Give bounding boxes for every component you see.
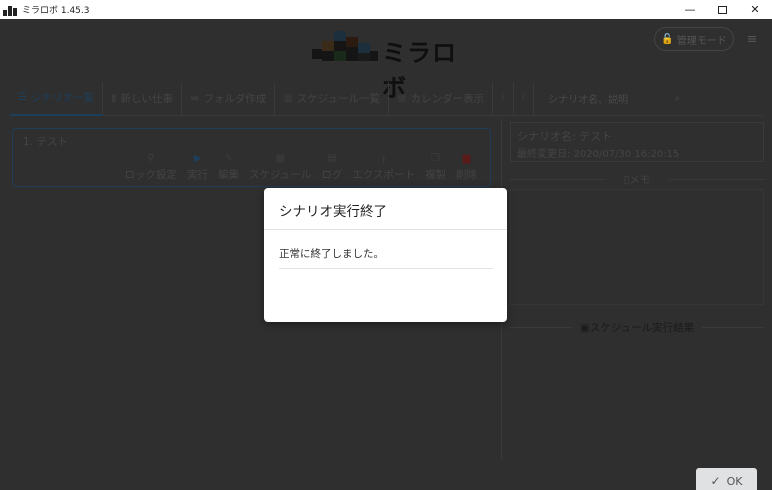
lock-settings-label: ロック設定 bbox=[124, 169, 178, 181]
close-button[interactable]: ✕ bbox=[739, 0, 771, 19]
check-icon: ✓ bbox=[710, 474, 721, 488]
scenario-actions: ⚲ ロック設定 ▶ 実行 ✎ 編集 ▦ スケジュール ▤ ログ ⭱ エクスポート bbox=[120, 153, 482, 182]
dialog-divider bbox=[279, 268, 493, 269]
close-icon: ✕ bbox=[750, 3, 760, 16]
edit-button[interactable]: ✎ 編集 bbox=[213, 153, 244, 182]
memo-area[interactable] bbox=[510, 189, 764, 305]
schedule-results-heading: ▣スケジュール実行結果 bbox=[510, 320, 764, 335]
create-folder-button[interactable]: ▬ フォルダ作成 bbox=[182, 81, 276, 116]
run-button[interactable]: ▶ 実行 bbox=[182, 153, 213, 182]
admin-mode-button[interactable]: 🔓 管理モード bbox=[654, 27, 734, 51]
memo-heading-label: メモ bbox=[629, 174, 651, 186]
run-label: 実行 bbox=[187, 169, 209, 181]
ok-label: OK bbox=[726, 474, 743, 488]
delete-button[interactable]: ▆ 削除 bbox=[451, 153, 482, 182]
scenario-info-box: シナリオ名: テスト 最終変更日: 2020/07/30 16:20:15 bbox=[510, 122, 764, 162]
minimize-icon: — bbox=[684, 3, 696, 16]
file-icon: ▮ bbox=[110, 93, 117, 104]
trash-icon: ▆ bbox=[462, 153, 471, 164]
upload-icon: ⭱ bbox=[521, 92, 526, 103]
main-toolbar: ☰ シナリオ一覧 ▮ 新しい仕事 ▬ フォルダ作成 ▦ スケジュール一覧 ▦ カ… bbox=[10, 81, 763, 116]
scenario-export-label: エクスポート bbox=[352, 169, 415, 181]
search-placeholder: シナリオ名、説明 bbox=[548, 95, 629, 106]
info-scenario-name: シナリオ名: テスト bbox=[517, 130, 613, 143]
import-button[interactable]: ⭳ bbox=[493, 81, 514, 116]
memo-heading: ▯メモ bbox=[510, 172, 764, 187]
search-input[interactable]: シナリオ名、説明 ⌕ bbox=[540, 87, 688, 111]
download-icon: ⭳ bbox=[501, 92, 505, 103]
schedule-label: スケジュール bbox=[249, 169, 312, 181]
dialog-title: シナリオ実行終了 bbox=[279, 204, 387, 220]
admin-mode-label: 管理モード bbox=[676, 35, 727, 47]
miraro-logo: ミラロボ bbox=[312, 31, 462, 102]
calendar-icon: ▦ bbox=[397, 93, 407, 104]
create-folder-label: フォルダ作成 bbox=[203, 93, 267, 105]
schedule-list-button[interactable]: ▦ スケジュール一覧 bbox=[275, 81, 390, 116]
info-last-modified: 最終変更日: 2020/07/30 16:20:15 bbox=[517, 149, 680, 160]
new-job-button[interactable]: ▮ 新しい仕事 bbox=[103, 81, 182, 116]
ok-button[interactable]: ✓ OK bbox=[696, 468, 757, 490]
window-title-bar: ミラロボ 1.45.3 bbox=[0, 0, 772, 19]
calendar-icon: ▦ bbox=[283, 93, 293, 104]
edit-label: 編集 bbox=[218, 169, 240, 181]
tab-scenario-list[interactable]: ☰ シナリオ一覧 bbox=[10, 81, 103, 116]
search-icon: ⌕ bbox=[674, 93, 681, 104]
lock-icon: 🔓 bbox=[661, 33, 674, 45]
schedule-list-label: スケジュール一覧 bbox=[296, 93, 381, 105]
window-title: ミラロボ 1.45.3 bbox=[22, 6, 90, 16]
lock-settings-button[interactable]: ⚲ ロック設定 bbox=[120, 153, 183, 182]
calendar-view-button[interactable]: ▦ カレンダー表示 bbox=[389, 81, 494, 116]
folder-icon: ▬ bbox=[189, 93, 200, 104]
book-icon: ▤ bbox=[327, 153, 337, 164]
calendar-icon: ▦ bbox=[275, 153, 285, 164]
calendar-view-label: カレンダー表示 bbox=[410, 93, 485, 105]
duplicate-label: 複製 bbox=[425, 169, 446, 181]
wrench-icon: ⚲ bbox=[147, 153, 155, 164]
maximize-icon bbox=[717, 5, 727, 14]
scenario-export-button[interactable]: ⭱ エクスポート bbox=[347, 153, 420, 182]
schedule-button[interactable]: ▦ スケジュール bbox=[244, 153, 316, 182]
upload-icon: ⭱ bbox=[381, 155, 386, 166]
scenario-card[interactable]: 1. テスト ⚲ ロック設定 ▶ 実行 ✎ 編集 ▦ スケジュール ▤ ログ ⭱… bbox=[12, 128, 491, 187]
export-button[interactable]: ⭱ bbox=[514, 81, 535, 116]
scenario-name: 1. テスト bbox=[23, 136, 68, 148]
copy-icon: ❐ bbox=[431, 153, 440, 164]
hamburger-menu-button[interactable]: ≡ bbox=[741, 27, 763, 51]
hamburger-icon: ≡ bbox=[746, 31, 758, 47]
delete-label: 削除 bbox=[456, 169, 477, 181]
minimize-button[interactable]: — bbox=[674, 0, 706, 19]
play-icon: ▶ bbox=[193, 153, 202, 164]
dialog-message: 正常に終了しました。 bbox=[279, 248, 384, 260]
dialog-divider bbox=[264, 229, 507, 230]
execution-finished-dialog: シナリオ実行終了 正常に終了しました。 ✓ OK bbox=[264, 188, 757, 490]
maximize-button[interactable] bbox=[706, 0, 738, 19]
log-button[interactable]: ▤ ログ bbox=[316, 153, 347, 182]
schedule-results-label: スケジュール実行結果 bbox=[589, 322, 695, 334]
tab-scenario-list-label: シナリオ一覧 bbox=[30, 92, 94, 104]
new-job-label: 新しい仕事 bbox=[120, 93, 173, 105]
list-icon: ☰ bbox=[18, 92, 27, 103]
book-icon: ▣ bbox=[579, 322, 590, 334]
edit-icon: ✎ bbox=[224, 153, 233, 164]
log-label: ログ bbox=[321, 169, 343, 181]
duplicate-button[interactable]: ❐ 複製 bbox=[420, 153, 451, 182]
app-logo-icon bbox=[3, 4, 19, 16]
